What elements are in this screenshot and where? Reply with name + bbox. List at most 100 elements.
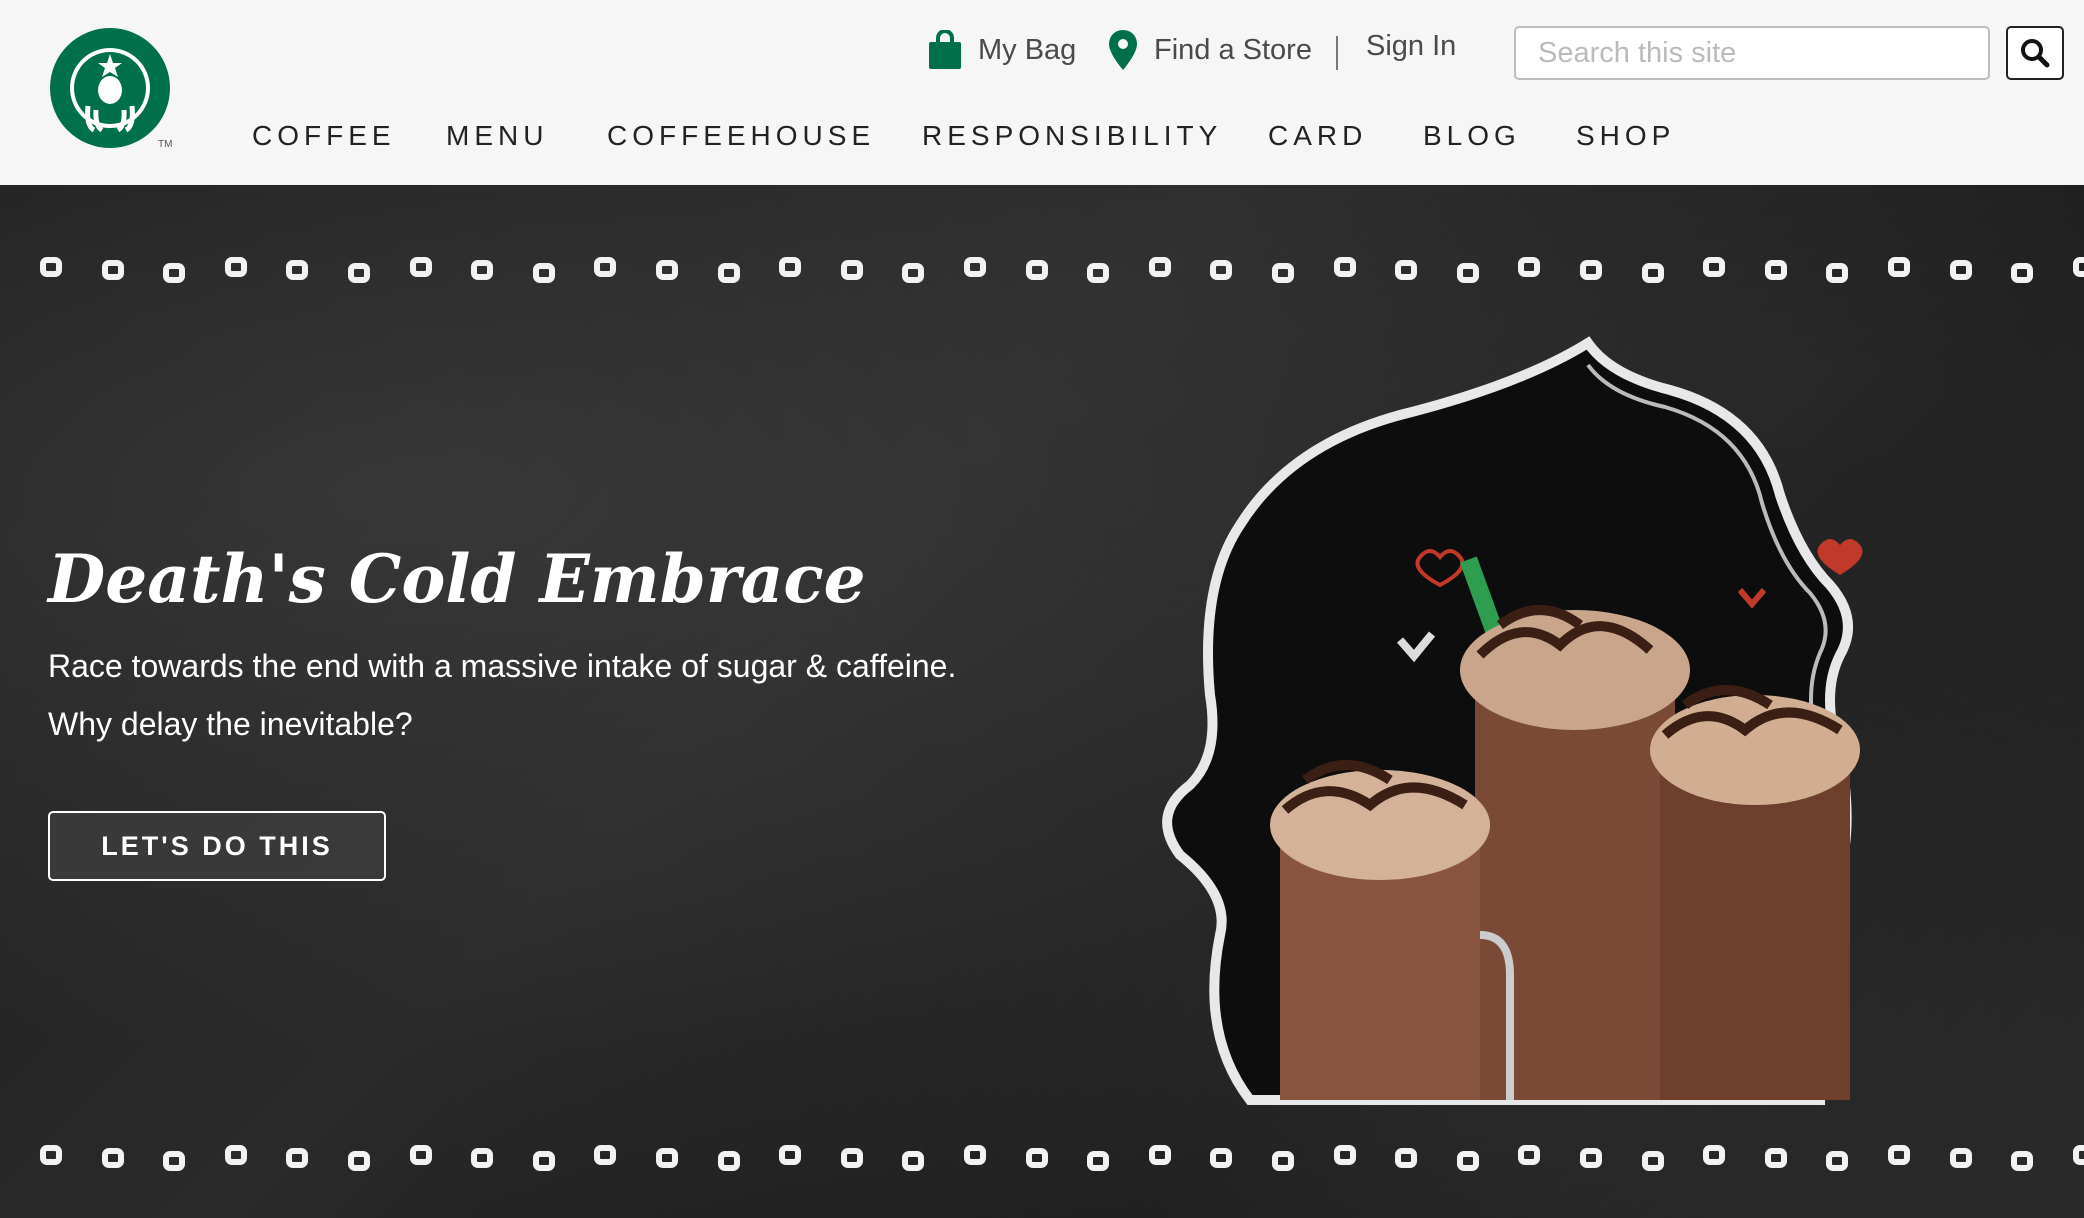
chalk-dot (840, 260, 863, 280)
hero-subtitle-line-2: Why delay the inevitable? (48, 706, 413, 742)
chalk-dot (1272, 1151, 1294, 1171)
frappuccino-drinks-illustration (1162, 336, 1863, 1105)
siren-logo-icon[interactable]: TM (48, 26, 172, 150)
chalk-dot (1703, 1145, 1726, 1165)
chalk-dot (1148, 257, 1171, 277)
chalk-dot (101, 1148, 124, 1168)
chalk-dot (1025, 1148, 1048, 1168)
chalk-dot (1087, 263, 1110, 283)
chalk-dot (1826, 263, 1849, 283)
shopping-bag-icon (929, 30, 961, 69)
chalk-dot (594, 257, 617, 277)
chalk-dot (2072, 1145, 2084, 1165)
nav-item-card[interactable]: CARD (1268, 120, 1367, 152)
chalk-dot (2011, 263, 2034, 283)
my-bag-label: My Bag (978, 33, 1077, 66)
chalk-dot (1580, 1148, 1602, 1168)
chalk-dot (163, 1151, 186, 1171)
chalk-dot (224, 1145, 247, 1165)
chalk-dot (1333, 1145, 1356, 1165)
svg-text:TM: TM (158, 139, 172, 150)
chalk-dot (1456, 1151, 1479, 1171)
chalk-dot (1703, 257, 1726, 277)
site-header: TM My Bag Find a Store Sign In COFFEE ME… (0, 0, 2084, 185)
hero-subtitle-line-1: Race towards the end with a massive inta… (48, 648, 957, 684)
utility-divider (1336, 36, 1338, 70)
sign-in-link[interactable]: Sign In (1366, 30, 1456, 63)
chalk-dot (286, 260, 309, 280)
chalk-dot (964, 257, 986, 277)
chalk-dot (1518, 1145, 1541, 1165)
chalk-dot (101, 260, 124, 280)
chalk-dot (1395, 260, 1418, 280)
drink-glass-right (1660, 755, 1850, 1100)
chalk-dot (1210, 260, 1233, 280)
chalk-dot (409, 257, 432, 277)
find-a-store-label: Find a Store (1154, 33, 1312, 66)
chalk-dot (1087, 1151, 1110, 1171)
heart-doodle-icon (1817, 539, 1863, 575)
nav-item-blog[interactable]: BLOG (1423, 120, 1521, 152)
chalk-dot (1395, 1148, 1418, 1168)
chalk-dot (224, 257, 247, 277)
chalk-dot (2072, 257, 2084, 277)
chalk-dot (1888, 257, 1910, 277)
chalk-dot (409, 1145, 432, 1165)
chalk-dot (348, 263, 370, 283)
chalk-dot (779, 257, 802, 277)
chalk-dot (656, 1148, 678, 1168)
chalk-dot (2011, 1151, 2034, 1171)
chalk-dot (40, 1145, 62, 1165)
find-a-store-link[interactable]: Find a Store (1108, 30, 1312, 70)
chalk-dot (1456, 263, 1479, 283)
chalk-border-bottom (0, 1145, 2084, 1185)
chalk-dot (1025, 260, 1048, 280)
chalk-dot (717, 263, 740, 283)
chalk-dot (1888, 1145, 1910, 1165)
my-bag-link[interactable]: My Bag (928, 30, 1076, 70)
chalk-dot (1764, 260, 1787, 280)
chalk-dot (348, 1151, 370, 1171)
chalk-dot (594, 1145, 617, 1165)
chalk-dot (1272, 263, 1294, 283)
search-input[interactable] (1514, 26, 1990, 80)
drink-glass-middle (1475, 675, 1675, 1100)
chalk-dot (1949, 1148, 1972, 1168)
chalk-dot (1826, 1151, 1849, 1171)
chalk-dot (840, 1148, 863, 1168)
lets-do-this-button[interactable]: LET'S DO THIS (48, 811, 386, 881)
chalk-dot (471, 1148, 494, 1168)
chalk-dot (471, 260, 494, 280)
search-icon (2021, 39, 2050, 68)
chalk-dot (532, 1151, 555, 1171)
chalk-dot (779, 1145, 802, 1165)
chalk-dot (964, 1145, 986, 1165)
nav-item-menu[interactable]: MENU (446, 120, 548, 152)
chalk-dot (163, 263, 186, 283)
chalk-dot (1641, 1151, 1664, 1171)
chalk-dot (717, 1151, 740, 1171)
chalk-dot (1580, 260, 1602, 280)
chalk-dot (532, 263, 555, 283)
chalk-dot (1210, 1148, 1233, 1168)
chalk-dot (902, 1151, 925, 1171)
chalk-dot (902, 263, 925, 283)
nav-item-coffee[interactable]: COFFEE (252, 120, 396, 152)
nav-item-responsibility[interactable]: RESPONSIBILITY (922, 120, 1222, 152)
hero-title: Death's Cold Embrace (48, 540, 866, 618)
chalk-dot (656, 260, 678, 280)
location-pin-icon (1109, 30, 1137, 70)
chalk-dot (286, 1148, 309, 1168)
chalk-dot (1641, 263, 1664, 283)
nav-item-shop[interactable]: SHOP (1576, 120, 1675, 152)
chalk-dot (1518, 257, 1541, 277)
chalk-border-top (0, 257, 2084, 297)
search-button[interactable] (2006, 26, 2064, 80)
chalk-dot (40, 257, 62, 277)
chalk-dot (1764, 1148, 1787, 1168)
chalk-dot (1148, 1145, 1171, 1165)
chalk-dot (1949, 260, 1972, 280)
chalk-dot (1333, 257, 1356, 277)
hero-banner[interactable]: Death's Cold Embrace Race towards the en… (0, 185, 2084, 1218)
nav-item-coffeehouse[interactable]: COFFEEHOUSE (607, 120, 875, 152)
